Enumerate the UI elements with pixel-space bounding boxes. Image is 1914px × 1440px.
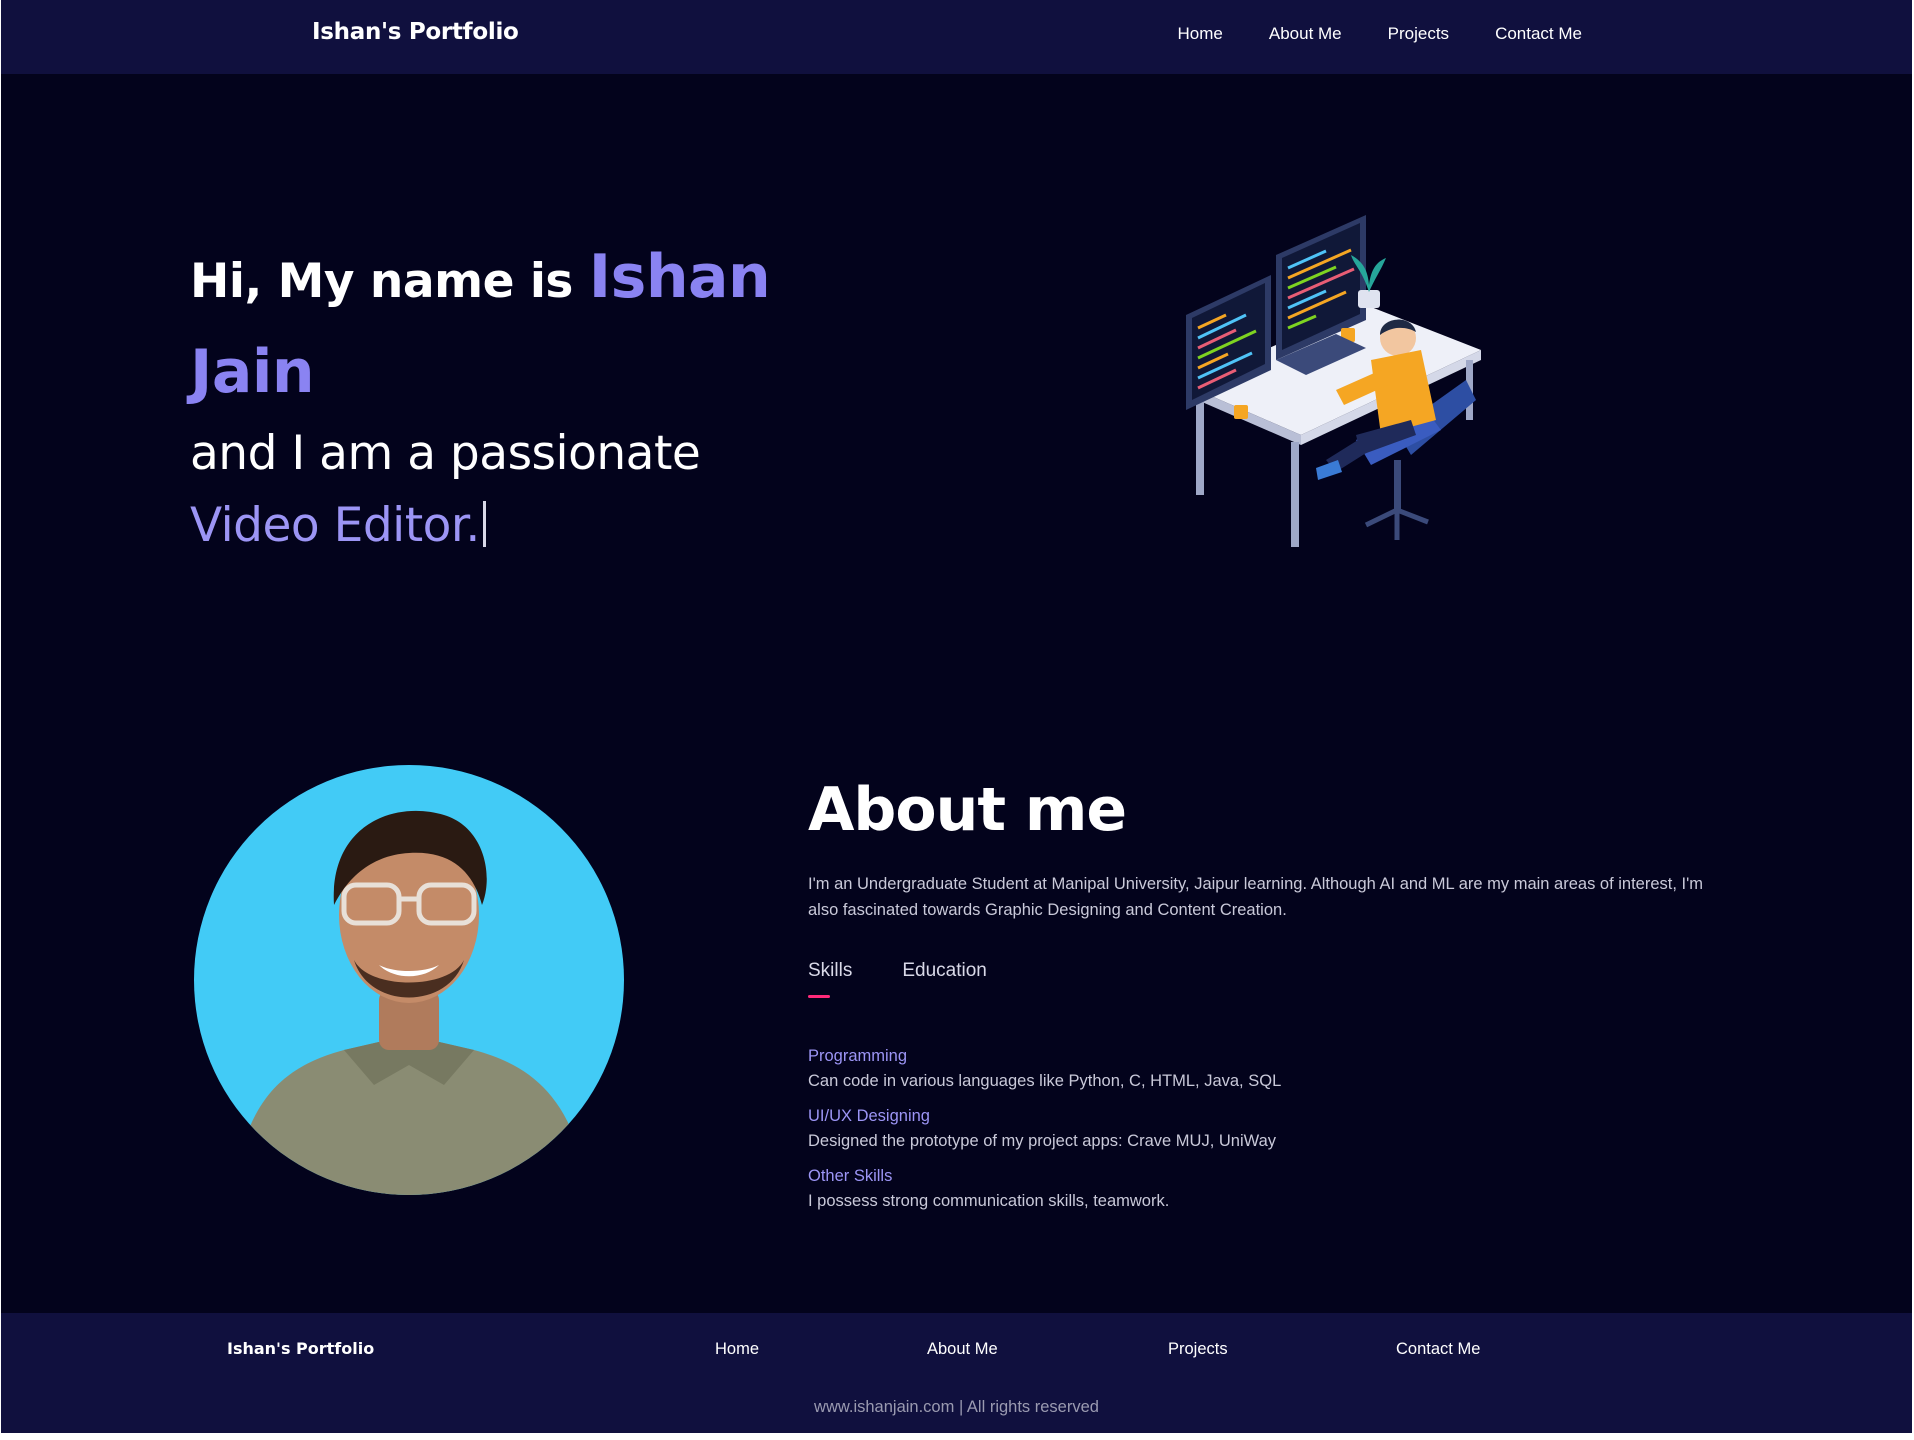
skill-item: UI/UX Designing Designed the prototype o… [808, 1104, 1708, 1154]
nav-home-link[interactable]: Home [1178, 24, 1223, 44]
skill-title: Other Skills [808, 1167, 893, 1185]
footer-projects-link[interactable]: Projects [1168, 1340, 1228, 1359]
about-tabs: Skills Education [808, 960, 987, 998]
navbar: Ishan's Portfolio Home About Me Projects… [1, 0, 1912, 74]
skill-title: Programming [808, 1047, 908, 1065]
footer-brand[interactable]: Ishan's Portfolio [227, 1339, 374, 1358]
hero-role-line: Video Editor. [190, 490, 700, 562]
hero-heading: Hi, My name is Ishan Jain [190, 232, 790, 422]
hero-tagline: and I am a passionate [190, 426, 701, 481]
skill-description: Can code in various languages like Pytho… [808, 1072, 1282, 1090]
hero-subheading: and I am a passionate Video Editor. [190, 418, 701, 562]
typing-cursor [482, 501, 486, 547]
footer-about-link[interactable]: About Me [927, 1340, 998, 1359]
about-description: I'm an Undergraduate Student at Manipal … [808, 875, 1704, 919]
copyright-text: www.ishanjain.com | All rights reserved [814, 1398, 1099, 1416]
skill-title: UI/UX Designing [808, 1107, 930, 1125]
page: Ishan's Portfolio Home About Me Projects… [1, 0, 1912, 1433]
developer-at-desk-illustration [1186, 215, 1481, 547]
footer: Ishan's Portfolio Home About Me Projects… [1, 1313, 1912, 1433]
nav-links: Home About Me Projects Contact Me [1178, 24, 1582, 44]
skill-item: Programming Can code in various language… [808, 1044, 1708, 1094]
brand-logo[interactable]: Ishan's Portfolio [312, 19, 519, 45]
skill-item: Other Skills I possess strong communicat… [808, 1164, 1708, 1214]
profile-photo-image [234, 810, 589, 1195]
skills-list: Programming Can code in various language… [808, 1044, 1708, 1224]
skill-description: Designed the prototype of my project app… [808, 1132, 1277, 1150]
footer-contact-link[interactable]: Contact Me [1396, 1340, 1480, 1359]
skill-description: I possess strong communication skills, t… [808, 1192, 1170, 1210]
hero-role: Video Editor. [190, 498, 480, 553]
nav-contact-link[interactable]: Contact Me [1495, 24, 1582, 44]
nav-projects-link[interactable]: Projects [1388, 24, 1449, 44]
nav-about-link[interactable]: About Me [1269, 24, 1342, 44]
hero-greeting: Hi, My name is [190, 254, 573, 309]
profile-photo [194, 765, 624, 1195]
tab-skills[interactable]: Skills [808, 960, 852, 998]
tab-education[interactable]: Education [902, 960, 987, 998]
footer-home-link[interactable]: Home [715, 1340, 759, 1359]
about-title: About me [808, 775, 1127, 845]
